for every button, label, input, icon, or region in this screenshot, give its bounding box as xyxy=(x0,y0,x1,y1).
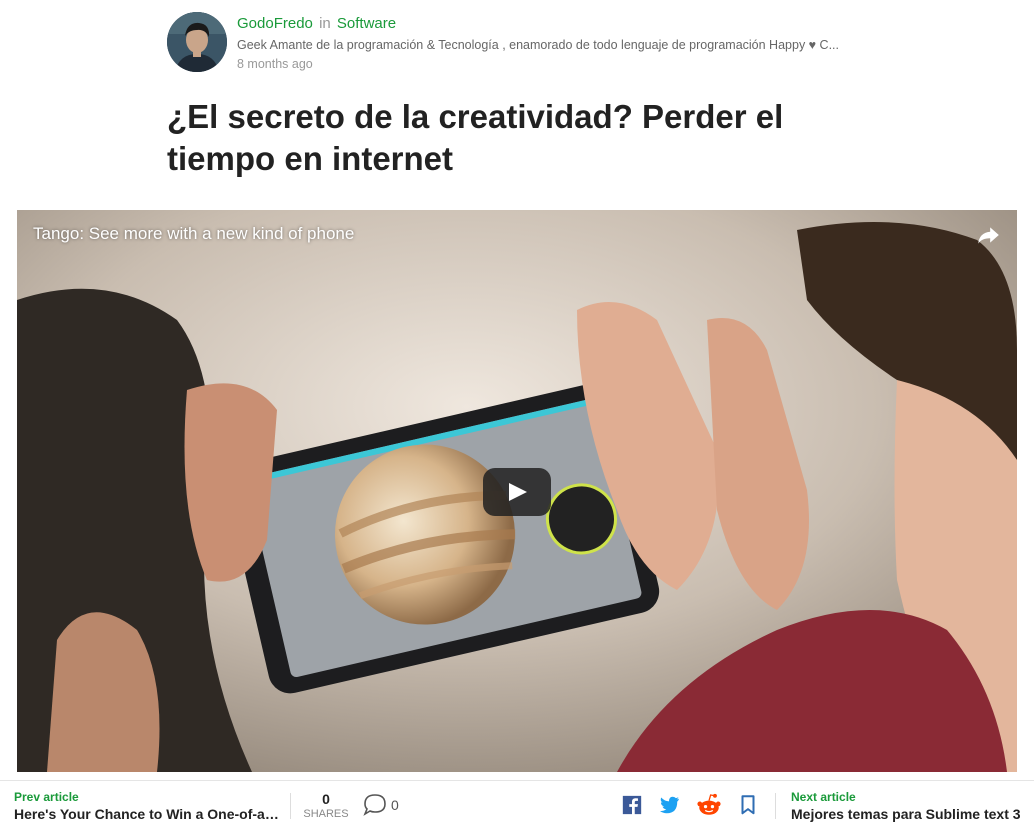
divider xyxy=(775,793,776,819)
author-header: GodoFredo in Software Geek Amante de la … xyxy=(167,12,887,74)
category-link[interactable]: Software xyxy=(337,15,396,32)
author-name-link[interactable]: GodoFredo xyxy=(237,15,313,32)
reddit-icon[interactable] xyxy=(696,792,722,818)
twitter-icon[interactable] xyxy=(658,794,680,816)
author-line: GodoFredo in Software xyxy=(237,15,877,33)
share-counter: 0 SHARES xyxy=(303,791,349,820)
comments-button[interactable]: 0 xyxy=(363,793,399,817)
play-button[interactable] xyxy=(483,468,551,516)
prev-article-title: Here's Your Chance to Win a One-of-a-... xyxy=(14,806,279,822)
bookmark-icon[interactable] xyxy=(737,794,759,816)
article-title: ¿El secreto de la creatividad? Perder el… xyxy=(167,98,784,177)
divider xyxy=(290,793,291,819)
facebook-icon[interactable] xyxy=(621,794,643,816)
next-article-title: Mejores temas para Sublime text 3 xyxy=(791,806,1021,822)
author-avatar[interactable] xyxy=(167,12,227,72)
share-count: 0 xyxy=(322,791,330,807)
author-meta: GodoFredo in Software Geek Amante de la … xyxy=(237,15,877,71)
play-icon xyxy=(509,483,527,501)
prev-article-link[interactable]: Prev article Here's Your Chance to Win a… xyxy=(14,790,279,822)
comment-bubble-icon xyxy=(363,794,386,816)
in-word: in xyxy=(319,15,331,32)
video-player[interactable]: Tango: See more with a new kind of phone xyxy=(17,210,1017,772)
post-time: 8 months ago xyxy=(237,57,313,71)
author-bio: Geek Amante de la programación & Tecnolo… xyxy=(237,38,840,52)
next-article-link[interactable]: Next article Mejores temas para Sublime … xyxy=(791,790,1031,822)
next-article-kicker: Next article xyxy=(791,790,856,804)
prev-article-kicker: Prev article xyxy=(14,790,79,804)
video-title[interactable]: Tango: See more with a new kind of phone xyxy=(33,224,354,244)
share-arrow-icon[interactable] xyxy=(975,222,1001,248)
comment-count: 0 xyxy=(391,797,399,813)
share-label: SHARES xyxy=(303,808,349,820)
user-avatar xyxy=(167,12,227,72)
article-bottom-bar: Prev article Here's Your Chance to Win a… xyxy=(0,780,1034,826)
